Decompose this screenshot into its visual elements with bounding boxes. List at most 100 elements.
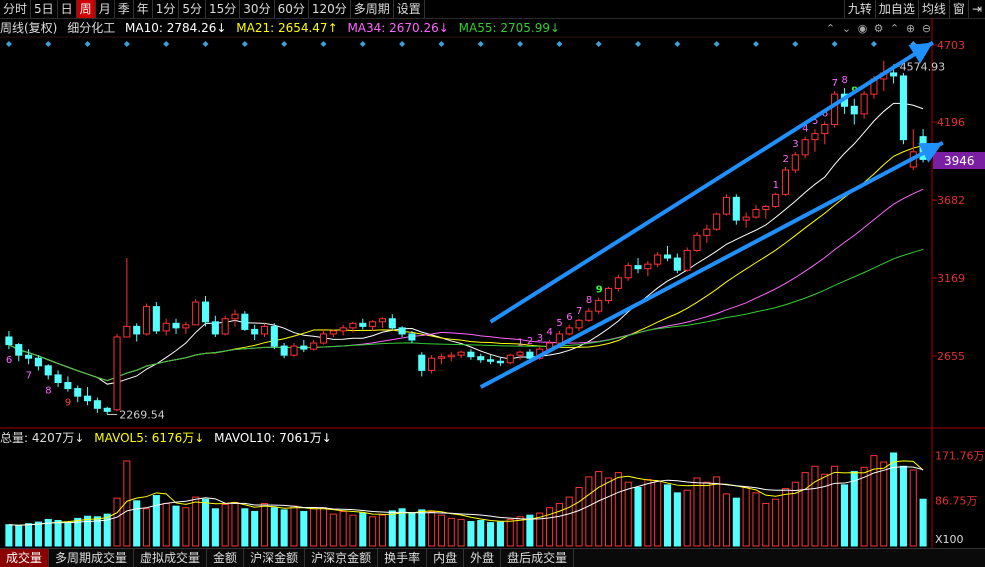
indicator-tab[interactable]: 成交量 bbox=[0, 549, 50, 567]
period-tab[interactable]: 日 bbox=[58, 0, 77, 18]
volume-bar bbox=[870, 455, 878, 547]
indicator-tab[interactable]: 换手率 bbox=[378, 549, 428, 567]
period-tab[interactable]: 多周期 bbox=[351, 0, 394, 18]
candle-body bbox=[74, 388, 82, 397]
period-tab[interactable]: 15分 bbox=[206, 0, 241, 18]
toolbar-right-button[interactable]: 九转 bbox=[843, 0, 875, 18]
candle-body bbox=[211, 321, 219, 335]
volume-bar bbox=[762, 502, 770, 547]
toolbar-right-button[interactable]: 加自选 bbox=[874, 0, 918, 18]
volume-bar bbox=[693, 477, 701, 547]
volume-bar bbox=[663, 484, 672, 547]
candle-body bbox=[162, 322, 170, 332]
nine-turn-label: 7 bbox=[832, 78, 838, 89]
period-tab[interactable]: 分时 bbox=[0, 0, 32, 18]
indicator-tab[interactable]: 内盘 bbox=[427, 549, 465, 567]
nine-turn-label: 9 bbox=[851, 86, 858, 97]
zoom-in-icon[interactable]: ⊕ bbox=[904, 22, 917, 35]
period-tab[interactable]: 5分 bbox=[179, 0, 207, 18]
period-tab[interactable]: 1分 bbox=[153, 0, 180, 18]
volume-bar bbox=[182, 507, 190, 547]
volume-bar bbox=[555, 502, 563, 547]
eye-icon[interactable]: ◉ bbox=[856, 22, 869, 35]
period-tab[interactable]: 年 bbox=[134, 0, 153, 18]
candle-body bbox=[152, 306, 160, 332]
candle-body bbox=[536, 348, 544, 359]
indicator-tab[interactable]: 金额 bbox=[207, 549, 245, 567]
volume-bar bbox=[752, 492, 760, 547]
candle-body bbox=[300, 345, 308, 350]
volume-bar bbox=[899, 465, 907, 547]
candle-body bbox=[791, 154, 799, 171]
candle-body bbox=[663, 254, 672, 259]
candle-body bbox=[84, 395, 92, 402]
candle-body bbox=[614, 277, 622, 289]
indicator-tab[interactable]: 多周期成交量 bbox=[49, 549, 135, 567]
volume-bar bbox=[319, 507, 328, 547]
zoom-out-icon[interactable]: ⊖ bbox=[920, 22, 933, 35]
candle-body bbox=[487, 359, 495, 362]
period-tab[interactable]: 季 bbox=[115, 0, 134, 18]
candle-body bbox=[899, 75, 907, 141]
exit-icon[interactable]: ⇥ bbox=[967, 0, 985, 18]
indicator-tab[interactable]: 沪深京金额 bbox=[305, 549, 379, 567]
candle-body bbox=[93, 400, 101, 409]
volume-bar bbox=[162, 502, 170, 547]
ma21-value: MA21: 2654.47↑ bbox=[236, 21, 338, 35]
candle-body bbox=[319, 333, 328, 344]
indicator-tab[interactable]: 虚拟成交量 bbox=[134, 549, 208, 567]
ma55-value: MA55: 2705.99↓ bbox=[458, 21, 561, 35]
volume-bar bbox=[703, 481, 711, 547]
candle-body bbox=[428, 357, 436, 371]
chevron-up-small-icon[interactable]: ⌃ bbox=[888, 22, 901, 35]
candle-body bbox=[260, 325, 269, 335]
volume-bar bbox=[860, 466, 868, 547]
indicator-tab[interactable]: 盘后成交量 bbox=[501, 549, 575, 567]
price-tick-label: 3169 bbox=[937, 272, 965, 285]
volume-bar bbox=[339, 510, 347, 547]
volume-bar bbox=[781, 488, 790, 547]
volume-bar bbox=[496, 521, 504, 547]
toolbar-right-button[interactable]: 均线 bbox=[917, 0, 949, 18]
volume-bar bbox=[408, 512, 416, 547]
volume-bar bbox=[546, 507, 554, 547]
period-marker-diamond bbox=[359, 41, 366, 47]
period-tab[interactable]: 60分 bbox=[275, 0, 309, 18]
indicator-tab[interactable]: 沪深金额 bbox=[244, 549, 306, 567]
indicator-tab[interactable]: 外盘 bbox=[464, 549, 502, 567]
period-marker-diamond bbox=[831, 41, 838, 47]
volume-bar bbox=[811, 465, 819, 547]
volume-bar bbox=[428, 511, 436, 547]
high-leader bbox=[893, 64, 900, 68]
candle-body bbox=[447, 354, 455, 358]
volume-bar bbox=[133, 500, 141, 547]
nine-turn-label: 8 bbox=[45, 385, 51, 396]
period-tab[interactable]: 120分 bbox=[309, 0, 351, 18]
chart-tools: ⌃ ⌄ ◉ ⚙ ⌃ ⊕ ⊖ bbox=[824, 20, 933, 36]
period-marker-diamond bbox=[517, 41, 524, 47]
candle-body bbox=[919, 136, 927, 160]
candle-body bbox=[5, 336, 13, 346]
trend-arrow-line bbox=[489, 40, 934, 324]
period-tab[interactable]: 5日 bbox=[31, 0, 58, 18]
mavol5-line bbox=[8, 460, 924, 526]
chevron-down-icon[interactable]: ⌄ bbox=[840, 22, 853, 35]
candle-body bbox=[467, 351, 475, 358]
volume-bar bbox=[477, 519, 485, 547]
period-tab[interactable]: 30分 bbox=[240, 0, 275, 18]
settings-icon[interactable]: ⚙ bbox=[872, 22, 885, 35]
candle-body bbox=[693, 234, 701, 251]
volume-bar bbox=[673, 492, 681, 547]
candle-body bbox=[732, 196, 740, 221]
volume-bar bbox=[516, 516, 524, 547]
candle-body bbox=[241, 313, 249, 330]
candle-body bbox=[595, 300, 603, 312]
period-tab[interactable]: 月 bbox=[96, 0, 115, 18]
volume-bar bbox=[241, 508, 249, 547]
period-tab[interactable]: 设置 bbox=[394, 0, 425, 18]
toolbar-right-button[interactable]: 窗 bbox=[948, 0, 968, 18]
candle-body bbox=[742, 216, 750, 221]
chevron-up-icon[interactable]: ⌃ bbox=[824, 22, 837, 35]
period-tab[interactable]: 周 bbox=[76, 0, 96, 18]
candle-body bbox=[113, 336, 121, 411]
